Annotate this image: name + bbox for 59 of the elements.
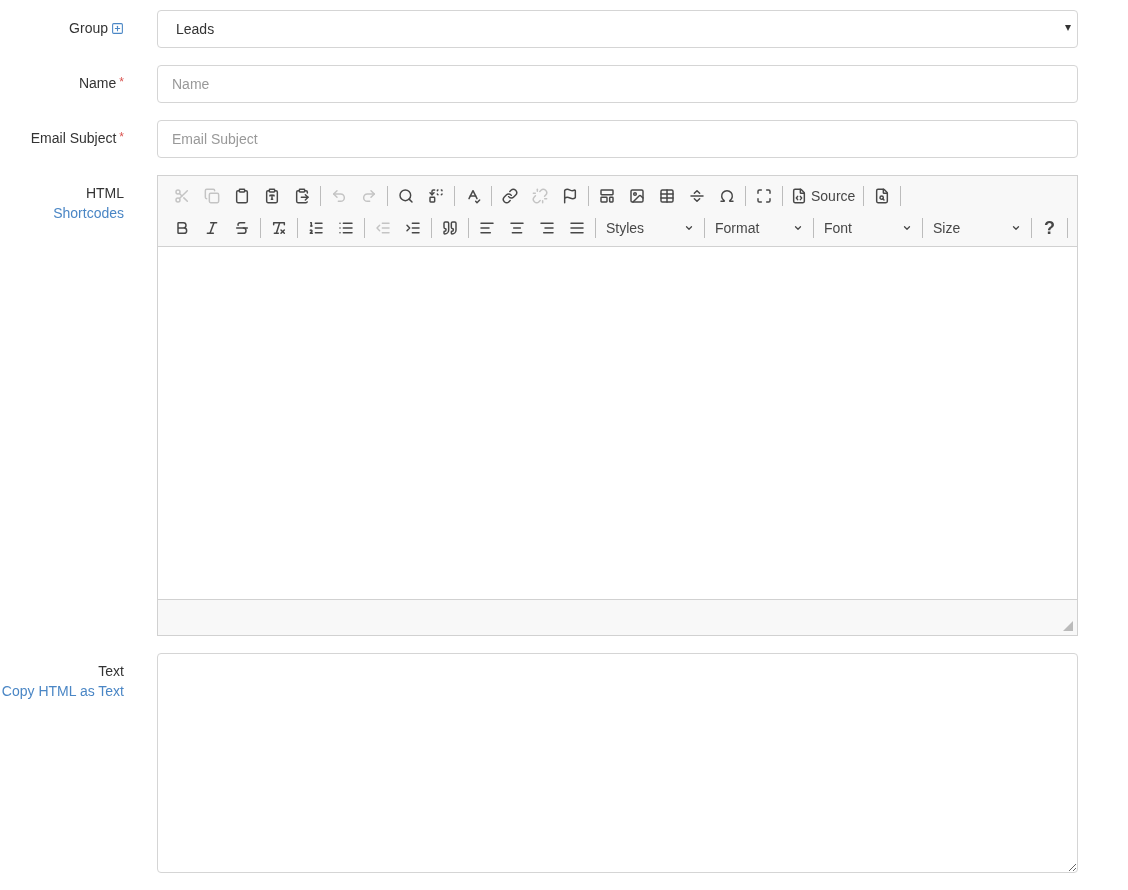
field-label: Name [78, 75, 117, 91]
input-field[interactable]: Name [157, 65, 1078, 103]
field-link[interactable]: Copy HTML as Text [1, 683, 124, 699]
undo-icon [331, 188, 347, 204]
strikethrough-icon [234, 220, 250, 236]
cut-icon [174, 188, 190, 204]
field-label: Email Subject [30, 130, 117, 146]
field-label: HTML [85, 185, 124, 201]
caret-icon [793, 223, 803, 233]
bullet-list-icon [338, 220, 354, 236]
redo-icon [361, 188, 377, 204]
input-field[interactable]: Email Subject [157, 120, 1078, 158]
align-center-icon [509, 220, 525, 236]
required-mark: * [119, 130, 124, 144]
ordered-list-icon [308, 220, 324, 236]
search-icon [398, 188, 414, 204]
toolbar-dropdown[interactable]: Format [709, 215, 809, 241]
maximize-icon [756, 188, 772, 204]
image-icon [629, 188, 645, 204]
caret-icon [1065, 25, 1071, 31]
clipboard-paste-icon [294, 188, 310, 204]
file-search-icon [874, 188, 891, 204]
copy-icon [204, 188, 220, 204]
indent-icon [405, 220, 421, 236]
field-label: Group [69, 20, 108, 36]
code-file-icon [791, 188, 807, 204]
quote-icon [442, 220, 458, 236]
help-button[interactable]: ? [1036, 217, 1063, 239]
template-icon [599, 188, 615, 204]
italic-icon [204, 220, 220, 236]
add-icon[interactable] [111, 21, 124, 35]
bold-icon [174, 220, 190, 236]
spellcheck-icon [465, 188, 481, 204]
caret-icon [684, 223, 694, 233]
group-select[interactable]: Leads [157, 10, 1078, 48]
align-right-icon [539, 220, 555, 236]
replace-icon [428, 188, 444, 204]
required-mark: * [119, 75, 124, 89]
clear-format-icon [271, 220, 287, 236]
field-label: Text [98, 663, 124, 679]
unlink-icon [532, 188, 548, 204]
omega-icon [719, 188, 735, 204]
table-icon [659, 188, 675, 204]
flag-icon [562, 188, 578, 204]
toolbar-dropdown[interactable]: Size [927, 215, 1027, 241]
field-link[interactable]: Shortcodes [53, 205, 124, 221]
clipboard-text-icon [264, 188, 280, 204]
clipboard-icon [234, 188, 250, 204]
horizontal-rule-icon [689, 188, 705, 204]
justify-icon [569, 220, 585, 236]
source-button[interactable]: Source [787, 183, 860, 209]
link-icon [502, 188, 518, 204]
toolbar-dropdown[interactable]: Styles [600, 215, 700, 241]
outdent-icon [375, 220, 391, 236]
resize-grip-icon[interactable] [1063, 621, 1073, 631]
caret-icon [902, 223, 912, 233]
align-left-icon [479, 220, 495, 236]
caret-icon [1011, 223, 1021, 233]
toolbar-dropdown[interactable]: Font [818, 215, 918, 241]
